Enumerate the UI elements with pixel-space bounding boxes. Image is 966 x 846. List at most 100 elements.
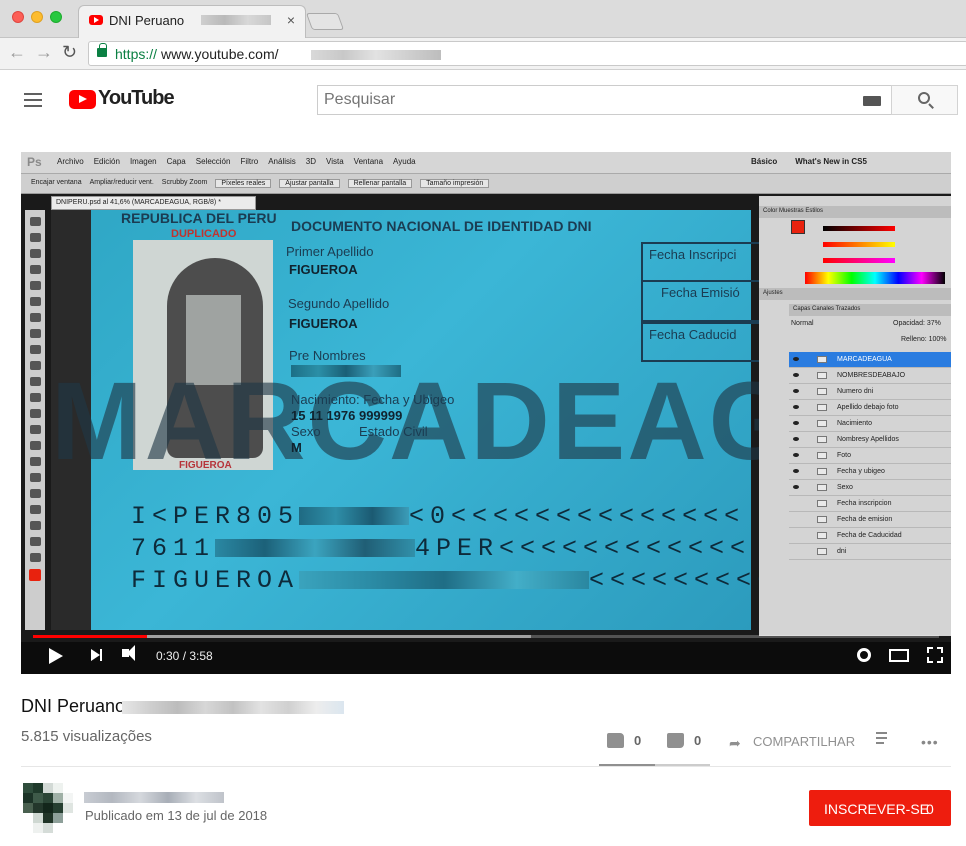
video-player[interactable]: Ps Archivo Edición Imagen Capa Selección Filt… — [21, 152, 951, 674]
card-header-republica: REPUBLICA DEL PERU — [121, 210, 277, 226]
mrz-line-2: 7611 4PER<<<<<<<<<<<< — [131, 534, 752, 563]
layer-row: dni — [789, 544, 951, 560]
ps-option: Rellenar pantalla — [347, 179, 413, 188]
fecha-caducidad-box: Fecha Caducid — [641, 322, 761, 362]
ps-menu-item: Edición — [93, 157, 120, 166]
back-arrow-icon[interactable]: ← — [8, 42, 26, 63]
ps-option: Ampliar/reducir vent. — [89, 179, 154, 186]
sexo-value: M — [291, 440, 302, 455]
eye-icon — [793, 389, 799, 393]
play-icon[interactable] — [49, 648, 63, 664]
eye-icon — [793, 373, 799, 377]
photoshop-toolbox — [25, 210, 45, 630]
new-tab-button[interactable] — [305, 13, 345, 30]
estado-civil-label: Estado Civil — [359, 424, 428, 439]
fill: Relleno: 100% — [901, 336, 947, 343]
browser-tab-bar: DNI Peruano × — [0, 0, 966, 38]
layers-panel-tabs: Capas Canales Trazados — [789, 304, 951, 316]
primer-apellido-value: FIGUEROA — [289, 262, 358, 277]
layer-name: NOMBRESDEABAJO — [837, 372, 906, 379]
divider — [21, 766, 951, 767]
layer-name: Fecha de Caducidad — [837, 532, 902, 539]
ps-workspace-item: Básico — [751, 157, 778, 166]
ps-menu-item: Ayuda — [393, 157, 416, 166]
folder-icon — [817, 484, 827, 491]
ps-workspace-item: What's New in CS5 — [795, 157, 867, 166]
share-icon[interactable]: ➦ — [729, 735, 741, 752]
thumbs-up-icon[interactable] — [607, 733, 624, 748]
eye-icon — [793, 453, 799, 457]
title-redaction — [122, 701, 344, 714]
search-input[interactable] — [324, 91, 844, 109]
folder-icon — [817, 356, 827, 363]
layer-row: Fecha inscripcion — [789, 496, 951, 512]
color-spectrum — [805, 272, 945, 284]
layer-name: dni — [837, 548, 847, 555]
folder-icon — [817, 468, 827, 475]
opacity: Opacidad: 37% — [893, 320, 941, 327]
layer-name: Fecha de emision — [837, 516, 893, 523]
ajustes-tab: Ajustes — [759, 288, 951, 300]
forward-arrow-icon[interactable]: → — [35, 42, 53, 63]
add-to-playlist-icon[interactable] — [876, 732, 892, 746]
volume-icon[interactable] — [122, 645, 135, 661]
mrz-line-1: I<PER805 <0<<<<<<<<<<<<<< — [131, 502, 746, 531]
next-icon[interactable] — [91, 649, 102, 661]
fecha-inscripcion-box: Fecha Inscripci — [641, 242, 761, 282]
subscriber-count: 0 — [926, 801, 934, 817]
search-button[interactable] — [891, 85, 958, 115]
subscribe-button[interactable]: INSCREVER-SE 0 — [809, 790, 951, 826]
color-panel-tabs: Color Muestras Estilos — [759, 206, 951, 218]
folder-icon — [817, 420, 827, 427]
address-bar[interactable]: https:// www.youtube.com/ — [88, 41, 966, 66]
minimize-window-button[interactable] — [31, 11, 43, 23]
channel-name-redaction[interactable] — [84, 792, 224, 803]
ps-menu-item: Ventana — [353, 157, 384, 166]
maximize-window-button[interactable] — [50, 11, 62, 23]
youtube-favicon-icon — [89, 15, 103, 25]
tab-title: DNI Peruano — [109, 13, 185, 28]
folder-icon — [817, 452, 827, 459]
ps-menu-item: Selección — [195, 157, 231, 166]
channel-avatar[interactable] — [23, 783, 73, 833]
keyboard-icon[interactable] — [863, 96, 881, 106]
view-count: 5.815 visualizações — [21, 728, 152, 745]
layer-row: Foto — [789, 448, 951, 464]
reload-icon[interactable]: ↻ — [62, 42, 77, 63]
settings-gear-icon[interactable] — [857, 648, 871, 662]
ps-option: Encajar ventana — [31, 179, 82, 186]
blend-mode: Normal — [791, 320, 814, 327]
menu-icon[interactable] — [24, 93, 42, 111]
layer-row: Fecha de Caducidad — [789, 528, 951, 544]
url-scheme: https:// — [115, 46, 158, 62]
eye-icon — [793, 421, 799, 425]
folder-icon — [817, 388, 827, 395]
ps-option: Ajustar pantalla — [279, 179, 340, 188]
video-title: DNI Peruano — [21, 696, 126, 716]
browser-tab[interactable]: DNI Peruano × — [78, 5, 306, 38]
youtube-logo-icon[interactable] — [69, 90, 96, 109]
more-actions-icon[interactable]: ••• — [921, 734, 939, 750]
layer-name: Nacimiento — [837, 420, 873, 427]
tab-close-icon[interactable]: × — [287, 12, 295, 28]
layer-name: Nombresy Apellidos — [837, 436, 899, 443]
theater-mode-icon[interactable] — [889, 649, 909, 662]
photoshop-options: Encajar ventana Ampliar/reducir vent. Scru… — [31, 179, 490, 188]
photoshop-workspace: Básico What's New in CS5 — [751, 157, 867, 166]
thumbs-down-icon[interactable] — [667, 733, 684, 748]
share-button[interactable]: COMPARTILHAR — [753, 734, 855, 749]
eye-icon — [793, 437, 799, 441]
progress-bar[interactable] — [33, 635, 939, 638]
search-icon — [918, 92, 930, 104]
ps-menu-item: Capa — [166, 157, 186, 166]
youtube-logo-text[interactable]: YouTube — [98, 87, 175, 110]
primer-apellido-label: Primer Apellido — [286, 244, 374, 259]
dni-card-canvas: REPUBLICA DEL PERU DOCUMENTO NACIONAL DE… — [51, 210, 951, 630]
ps-option: Píxeles reales — [215, 179, 272, 188]
tab-title-redaction — [201, 15, 271, 25]
fullscreen-icon[interactable] — [927, 647, 943, 663]
url-redaction — [311, 50, 441, 60]
photoshop-panels: Color Muestras Estilos Ajustes Capas Can… — [759, 196, 951, 636]
close-window-button[interactable] — [12, 11, 24, 23]
photoshop-menu: Archivo Edición Imagen Capa Selección Filtro A… — [57, 157, 416, 166]
